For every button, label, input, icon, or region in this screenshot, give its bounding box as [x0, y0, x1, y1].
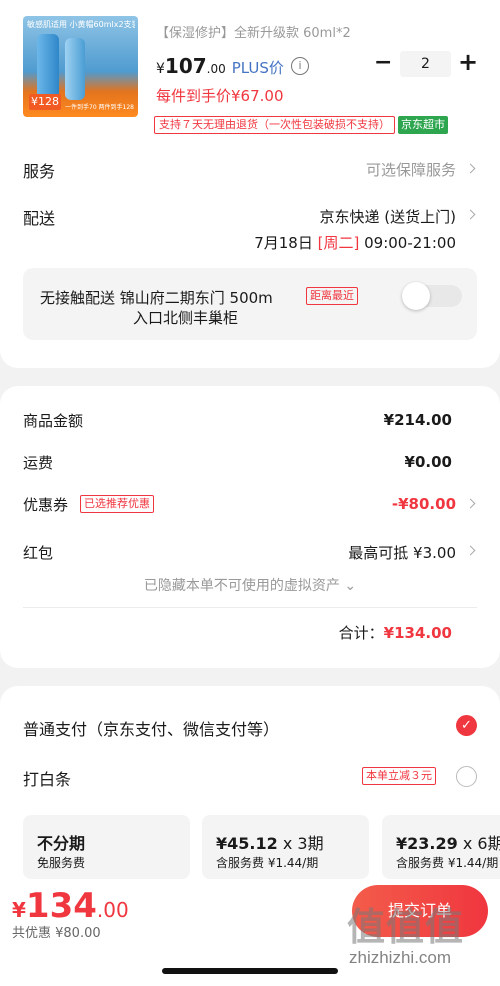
installment-title: ¥45.12 x 3期	[216, 834, 324, 853]
contactless-line2: 入口北侧丰巢柜	[133, 309, 239, 327]
nearest-tag: 距离最近	[306, 287, 358, 305]
unit-price: 每件到手价¥67.00	[156, 87, 284, 105]
installment-option[interactable]: ¥23.29 x 6期 含服务费 ¥1.44/期	[382, 815, 500, 879]
goods-amount-value: ¥214.00	[383, 411, 452, 429]
product-image[interactable]: 敏感肌适用 小黄帽60mlx2支装 ¥128 一件到手70 两件到手128	[23, 16, 138, 117]
bottom-total-price: ¥ 134 .00	[12, 886, 129, 926]
product-image-price: ¥128	[29, 94, 61, 110]
installment-option[interactable]: 不分期 免服务费	[23, 815, 190, 879]
installment-title: ¥23.29 x 6期	[396, 834, 500, 853]
delivery-label: 配送	[23, 209, 56, 228]
contactless-delivery-box: 无接触配送 锦山府二期东门 500m 距离最近 入口北侧丰巢柜	[23, 268, 477, 340]
bottom-price-integer: 134	[25, 886, 97, 926]
chevron-right-icon[interactable]	[465, 209, 476, 220]
bottom-price-decimal: .00	[96, 898, 129, 922]
hidden-assets-toggle[interactable]: 已隐藏本单不可使用的虚拟资产 ⌄	[0, 575, 500, 595]
coupon-value[interactable]: -¥80.00	[392, 495, 456, 513]
plus-price-label: PLUS价	[231, 59, 284, 77]
normal-payment-label[interactable]: 普通支付（京东支付、微信支付等）	[23, 716, 279, 740]
toggle-knob	[402, 282, 430, 310]
product-price: ¥ 107 .00 PLUS价	[156, 54, 284, 78]
quantity-field[interactable]: 2	[400, 51, 451, 77]
contactless-toggle[interactable]	[402, 282, 462, 310]
shipping-label: 运费	[23, 454, 54, 472]
selected-check-icon[interactable]: ✓	[456, 715, 477, 736]
installment-fee: 含服务费 ¥1.44/期	[216, 856, 319, 870]
contactless-line1: 无接触配送 锦山府二期东门 500m	[40, 289, 273, 307]
delivery-hours: 09:00-21:00	[364, 234, 456, 252]
quantity-decrease-button[interactable]: −	[374, 52, 392, 74]
price-integer: 107	[164, 54, 207, 78]
shipping-value: ¥0.00	[404, 453, 452, 471]
jd-supermarket-tag: 京东超市	[398, 116, 448, 134]
installment-option[interactable]: ¥45.12 x 3期 含服务费 ¥1.44/期	[202, 815, 369, 879]
delivery-date: 7月18日	[254, 234, 313, 252]
delivery-method[interactable]: 京东快递 (送货上门)	[320, 206, 456, 227]
order-product-card: 敏感肌适用 小黄帽60mlx2支装 ¥128 一件到手70 两件到手128 【保…	[0, 0, 500, 368]
service-value[interactable]: 可选保障服务	[366, 159, 456, 180]
bottle-graphic	[65, 38, 85, 100]
bottom-checkout-bar: ¥ 134 .00 共优惠 ¥80.00 提交订单 值值值 zhizhizhi.…	[0, 880, 500, 986]
bottom-savings: 共优惠 ¥80.00	[12, 926, 101, 941]
baitiao-label[interactable]: 打白条	[23, 766, 71, 790]
delivery-time[interactable]: 7月18日 [周二] 09:00-21:00	[254, 232, 456, 253]
submit-order-button[interactable]: 提交订单	[352, 885, 488, 937]
installment-fee: 含服务费 ¥1.44/期	[396, 856, 499, 870]
coupon-label: 优惠券	[23, 496, 69, 514]
home-indicator[interactable]	[162, 968, 338, 974]
chevron-right-icon[interactable]	[465, 163, 476, 174]
return-policy-tag: 支持７天无理由退货（一次性包装破损不支持）	[154, 116, 395, 134]
goods-amount-label: 商品金额	[23, 412, 84, 430]
installment-fee: 免服务费	[37, 856, 86, 870]
baitiao-radio[interactable]	[456, 766, 477, 787]
price-currency: ¥	[156, 61, 165, 77]
watermark-url: zhizhizhi.com	[349, 948, 452, 967]
bottle-graphic	[37, 34, 59, 100]
info-icon[interactable]: i	[291, 57, 309, 75]
red-packet-label: 红包	[23, 544, 54, 562]
service-label: 服务	[23, 162, 56, 181]
quantity-increase-button[interactable]: +	[458, 50, 478, 74]
bottom-currency: ¥	[12, 898, 26, 922]
total-value: ¥134.00	[383, 624, 452, 642]
installment-title: 不分期	[37, 834, 86, 853]
delivery-weekday: [周二]	[317, 234, 360, 252]
product-title[interactable]: 【保湿修护】全新升级款 60ml*2	[156, 22, 351, 41]
coupon-recommended-badge: 已选推荐优惠	[80, 495, 154, 513]
product-image-badge: 敏感肌适用 小黄帽60mlx2支装	[27, 20, 135, 29]
baitiao-discount-tag: 本单立减３元	[362, 767, 436, 785]
total-label: 合计：	[338, 624, 384, 642]
product-image-strip: 一件到手70 两件到手128	[65, 104, 134, 111]
price-decimal: .00	[206, 62, 226, 76]
divider	[23, 607, 477, 608]
red-packet-value[interactable]: 最高可抵 ¥3.00	[348, 542, 456, 563]
order-total: 合计：¥134.00	[339, 622, 452, 643]
